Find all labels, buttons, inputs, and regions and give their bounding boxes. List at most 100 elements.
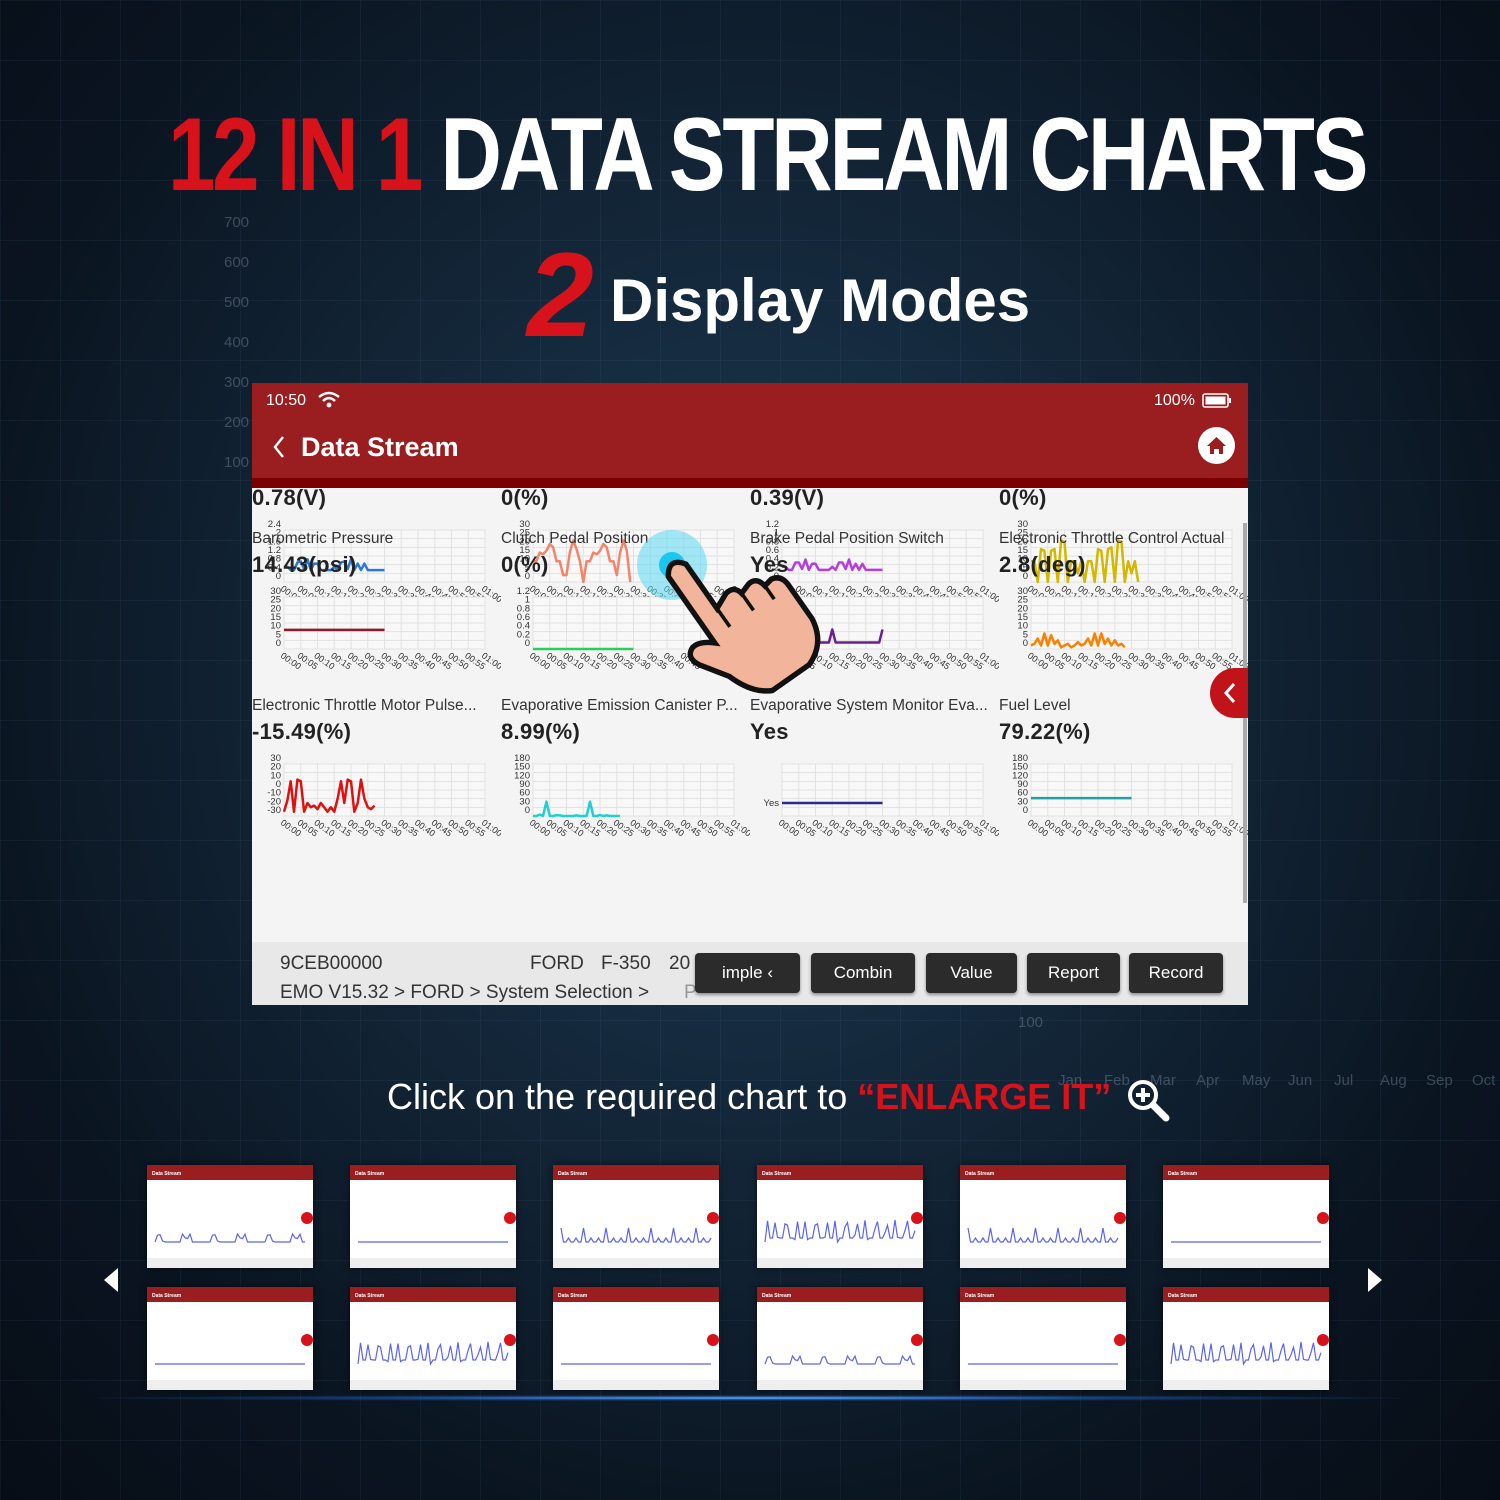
thumbnail-footer	[350, 1380, 516, 1390]
thumbnail-footer	[147, 1258, 313, 1268]
bg-axis-label: 200	[224, 414, 250, 431]
chart-label: Evaporative Emission Canister P...	[501, 697, 738, 714]
chart-value: 14.43(psi)	[252, 552, 357, 577]
chart-label: Evaporative System Monitor Eva...	[750, 697, 988, 714]
camera-icon	[1114, 1212, 1126, 1224]
line-chart[interactable]: 1.210.80.60.40.2000:0000:0500:1000:1500:…	[501, 583, 750, 708]
year-text: 20	[669, 953, 691, 974]
value-button[interactable]: Value	[926, 953, 1017, 993]
bg-axis-label: 600	[224, 254, 250, 271]
bg-month-label: Apr	[1196, 1072, 1220, 1089]
thumbnail-title: Data Stream	[553, 1287, 719, 1302]
thumbnail-chart	[968, 1334, 1126, 1365]
chevron-left-icon	[1223, 683, 1236, 703]
sample-button[interactable]: imple ‹	[695, 953, 800, 993]
bg-month-label: Sep	[1426, 1072, 1453, 1089]
chart-thumbnail[interactable]: Data Stream	[960, 1287, 1126, 1390]
headline-text: DATA STREAM CHARTS	[440, 97, 1368, 213]
zoom-in-icon	[1128, 1080, 1170, 1122]
side-panel-tab[interactable]	[1210, 668, 1248, 718]
chart-cell[interactable]: Evaporative System Monitor Eva... Yes Yes 0…	[750, 697, 999, 877]
camera-icon	[504, 1212, 516, 1224]
status-time: 10:50	[266, 392, 307, 409]
thumbnail-footer	[960, 1258, 1126, 1268]
y-tick-label: 0	[525, 805, 530, 816]
camera-icon	[504, 1334, 516, 1346]
chart-thumbnail[interactable]: Data Stream	[757, 1287, 923, 1390]
status-bar: 10:50 100%	[252, 383, 1248, 420]
thumbnail-title: Data Stream	[350, 1165, 516, 1180]
thumbnail-line	[764, 1219, 916, 1244]
chart-cell[interactable]: Electronic Throttle Motor Pulse... -15.49…	[252, 697, 501, 877]
line-chart[interactable]: 30252015105000:0000:0500:1000:1500:2000:…	[252, 583, 501, 708]
camera-icon	[1317, 1212, 1329, 1224]
chart-thumbnail[interactable]: Data Stream	[147, 1287, 313, 1390]
footer-bar: 9CEB00000 FORD F-350 20 EMO V15.32 > FOR…	[252, 942, 1248, 1005]
thumbnail-line	[560, 1227, 712, 1243]
line-chart[interactable]: Yes00:0000:0500:1000:1500:2000:2500:3000…	[750, 750, 999, 875]
thumbnail-title: Data Stream	[147, 1165, 313, 1180]
bg-month-label: Jul	[1334, 1072, 1354, 1089]
chart-cell[interactable]: Evaporative Emission Canister P... 8.99(%…	[501, 697, 750, 877]
line-chart[interactable]: 3020100-10-20-3000:0000:0500:1000:1500:2…	[252, 750, 501, 875]
model-text: F-350	[601, 953, 651, 974]
chart-label: Brake Pedal Position Switch	[750, 530, 944, 547]
chart-thumbnail[interactable]: Data Stream	[350, 1287, 516, 1390]
bg-axis-label: 500	[224, 294, 250, 311]
chart-cell[interactable]: Barometric Pressure 14.43(psi) 30 25 20 15 10 5…	[252, 530, 501, 710]
arrow-left-icon[interactable]	[102, 1266, 120, 1294]
chart-thumbnail[interactable]: Data Stream	[1163, 1287, 1329, 1390]
home-icon	[1207, 437, 1226, 454]
chart-thumbnail[interactable]: Data Stream	[350, 1165, 516, 1268]
chevron-left-icon[interactable]	[272, 434, 286, 460]
chart-label: Clutch Pedal Position	[501, 530, 649, 547]
chart-value: Yes	[750, 719, 789, 744]
chart-cell[interactable]: Fuel Level 79.22(%) 180 150 120 90 60 30 0 00:00 0…	[999, 697, 1248, 877]
chart-cell[interactable]: Clutch Pedal Position 0(%) 1.2 1 0.8 0.6 0.4 0.…	[501, 530, 750, 710]
modes-subtitle: Display Modes	[610, 267, 1031, 334]
nav-bar: Data Stream	[252, 420, 1248, 478]
chart-value: 0.39(V)	[750, 488, 825, 510]
thumbnail-title: Data Stream	[757, 1165, 923, 1180]
chart-value: 0(%)	[501, 552, 549, 577]
line-chart[interactable]: YesNo00:0000:0500:1000:1500:2000:2500:30…	[750, 583, 999, 708]
thumbnail-footer	[757, 1380, 923, 1390]
camera-icon	[911, 1334, 923, 1346]
chart-thumbnail[interactable]: Data Stream	[147, 1165, 313, 1268]
breadcrumb: EMO V15.32 > FORD > System Selection >	[280, 982, 650, 1003]
report-button[interactable]: Report	[1027, 953, 1120, 993]
y-tick-label: 0	[1023, 638, 1028, 649]
battery-level: 100%	[1154, 392, 1195, 409]
thumbnail-title: Data Stream	[1163, 1165, 1329, 1180]
chart-label: Fuel Level	[999, 697, 1071, 714]
thumbnail-footer	[1163, 1380, 1329, 1390]
combine-button[interactable]: Combin	[811, 953, 915, 993]
chart-thumbnail[interactable]: Data Stream	[553, 1287, 719, 1390]
arrow-right-icon[interactable]	[1366, 1266, 1384, 1294]
chart-thumbnail[interactable]: Data Stream	[553, 1165, 719, 1268]
thumbnail-chart	[560, 1212, 719, 1243]
chart-thumbnail[interactable]: Data Stream	[757, 1165, 923, 1268]
line-chart[interactable]: 180150120906030000:0000:0500:1000:1500:2…	[501, 750, 750, 875]
thumbnail-footer	[147, 1380, 313, 1390]
wifi-icon	[318, 391, 340, 408]
enlarge-caption: Click on the required chart to “ENLARGE …	[387, 1076, 1111, 1118]
chart-grid: 0.78(V) 2.4 2 1.6 1.2 0.8 0.4 0 00:00 00:05 00:10 0…	[252, 488, 1248, 942]
chart-cell[interactable]: Brake Pedal Position Switch Yes Yes No 00:00…	[750, 530, 999, 710]
y-tick-label: Yes	[764, 798, 780, 809]
line-chart[interactable]: 180150120906030000:0000:0500:1000:1500:2…	[999, 750, 1248, 875]
camera-icon	[707, 1212, 719, 1224]
camera-icon	[1317, 1334, 1329, 1346]
thumbnail-chart	[1171, 1212, 1329, 1243]
caption-text: Click on the required chart to	[387, 1076, 858, 1117]
record-button[interactable]: Record	[1129, 953, 1223, 993]
chart-label: Electronic Throttle Motor Pulse...	[252, 697, 477, 714]
thumbnail-line	[154, 1232, 305, 1243]
thumbnail-footer	[1163, 1258, 1329, 1268]
thumbnail-chart	[154, 1212, 313, 1243]
touch-point	[659, 552, 685, 578]
chart-thumbnail[interactable]: Data Stream	[1163, 1165, 1329, 1268]
caption-highlight: “ENLARGE IT”	[857, 1076, 1112, 1117]
chart-thumbnail[interactable]: Data Stream	[960, 1165, 1126, 1268]
home-button[interactable]	[1198, 427, 1235, 464]
